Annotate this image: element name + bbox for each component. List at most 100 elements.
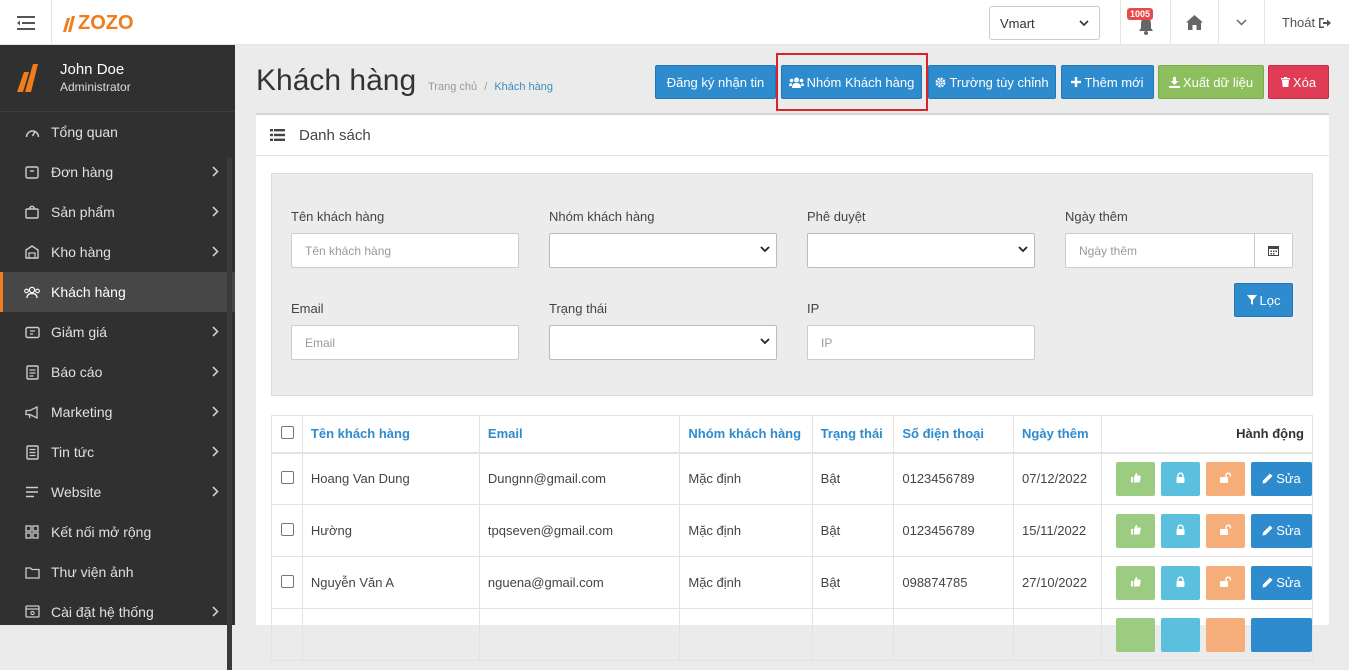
- column-header-name[interactable]: Tên khách hàng: [301, 415, 480, 454]
- sidebar-scrollbar[interactable]: [227, 157, 232, 670]
- breadcrumb-current[interactable]: Khách hàng: [494, 81, 553, 93]
- gear-icon: [935, 77, 946, 87]
- chevron-right-icon: [212, 324, 219, 340]
- row-checkbox[interactable]: [281, 522, 294, 536]
- sidebar-item-label: Khách hàng: [51, 284, 126, 300]
- sidebar-item-3[interactable]: Kho hàng: [0, 232, 235, 272]
- approve-button[interactable]: [1116, 513, 1155, 548]
- column-header-date[interactable]: Ngày thêm: [1013, 415, 1102, 454]
- approve-button[interactable]: [1116, 617, 1155, 652]
- filter-email-input[interactable]: Email: [291, 325, 519, 360]
- edit-button[interactable]: Sửa: [1251, 513, 1312, 548]
- date-picker-button[interactable]: [1254, 234, 1292, 267]
- row-select-cell: [271, 452, 303, 505]
- sidebar-item-1[interactable]: Đơn hàng: [0, 152, 235, 192]
- sidebar-item-11[interactable]: Thư viện ảnh: [0, 552, 235, 592]
- unlock-button[interactable]: [1206, 513, 1245, 548]
- table-row[interactable]: Hường tpqseven@gmail.com Mặc định Bật 012345…: [271, 504, 1313, 557]
- sidebar-item-6[interactable]: Báo cáo: [0, 352, 235, 392]
- edit-button[interactable]: Sửa: [1251, 461, 1312, 496]
- row-checkbox[interactable]: [281, 574, 294, 588]
- chevron-right-icon: [212, 164, 219, 180]
- sidebar-item-2[interactable]: Sản phẩm: [0, 192, 235, 232]
- breadcrumb-home[interactable]: Trang chủ: [428, 81, 477, 93]
- filter-ip-placeholder: IP: [821, 335, 833, 350]
- chevron-right-icon: [212, 444, 219, 460]
- sidebar-item-12[interactable]: Cài đặt hệ thống: [0, 592, 235, 632]
- notifications-button[interactable]: 1005: [1120, 0, 1170, 45]
- lock-icon: [1176, 471, 1185, 486]
- lock-button[interactable]: [1161, 461, 1200, 496]
- sidebar-item-4[interactable]: Khách hàng: [0, 272, 235, 312]
- table-row[interactable]: Nguyễn Văn Anguena@gmail.com Mặc định Bật 0…: [271, 556, 1313, 609]
- home-button[interactable]: [1170, 0, 1218, 45]
- breadcrumb-separator: /: [484, 81, 488, 93]
- filter-button[interactable]: Lọc: [1234, 283, 1293, 317]
- approve-button[interactable]: [1116, 461, 1155, 496]
- chevron-right-icon: [212, 244, 219, 260]
- user-dropdown-button[interactable]: [1218, 0, 1264, 45]
- lock-button[interactable]: [1161, 565, 1200, 600]
- custom-fields-button[interactable]: Trường tùy chỉnh: [928, 65, 1056, 99]
- export-button[interactable]: Xuất dữ liệu: [1158, 65, 1264, 99]
- store-select[interactable]: Vmart: [989, 6, 1100, 40]
- table-cell: [1013, 608, 1102, 661]
- column-header-email[interactable]: Email: [478, 415, 681, 454]
- approve-button[interactable]: [1116, 565, 1155, 600]
- filter-ip-input[interactable]: IP: [807, 325, 1035, 360]
- edit-button[interactable]: Sửa: [1251, 565, 1312, 600]
- pencil-icon: [1262, 577, 1273, 588]
- sidebar: John Doe Administrator Tổng quan Đơn hàng…: [0, 45, 235, 670]
- cell-name: Hường: [301, 504, 480, 557]
- column-header-phone[interactable]: Số điện thoại: [893, 415, 1015, 454]
- filter-approval-select[interactable]: [807, 233, 1035, 268]
- lock-button[interactable]: [1161, 617, 1200, 652]
- sidebar-item-0[interactable]: Tổng quan: [0, 112, 235, 152]
- sidebar-item-7[interactable]: Marketing: [0, 392, 235, 432]
- subscribe-button[interactable]: Đăng ký nhận tin: [655, 65, 776, 99]
- logout-button[interactable]: Thoát: [1264, 0, 1349, 45]
- warehouse-icon: [23, 243, 41, 261]
- page-title: Khách hàng: [256, 64, 417, 97]
- sidebar-item-8[interactable]: Tin tức: [0, 432, 235, 472]
- table-row[interactable]: [271, 608, 1313, 661]
- sidebar-item-5[interactable]: Giảm giá: [0, 312, 235, 352]
- select-all-checkbox[interactable]: [281, 425, 294, 439]
- sign-out-icon: [1319, 17, 1332, 28]
- edit-label: Sửa: [1276, 523, 1301, 538]
- subscribe-label: Đăng ký nhận tin: [666, 74, 765, 90]
- row-actions-cell: Sửa: [1101, 504, 1313, 557]
- filter-status-select[interactable]: [549, 325, 777, 360]
- filter-group-select[interactable]: [549, 233, 777, 268]
- menu-toggle-button[interactable]: [0, 0, 52, 45]
- user-brand-logo-icon: [17, 64, 38, 92]
- unlock-button[interactable]: [1206, 617, 1245, 652]
- delete-button[interactable]: Xóa: [1268, 65, 1329, 99]
- column-header-group[interactable]: Nhóm khách hàng: [679, 415, 813, 454]
- customer-table: Tên khách hàng Email Nhóm khách hàng Trạ…: [271, 415, 1313, 661]
- chevron-right-icon: [212, 204, 219, 220]
- cell-email: nguena@gmail.com: [478, 556, 681, 609]
- sidebar-item-10[interactable]: Kết nối mở rộng: [0, 512, 235, 552]
- filter-name-input[interactable]: Tên khách hàng: [291, 233, 519, 268]
- add-new-button[interactable]: Thêm mới: [1061, 65, 1154, 99]
- edit-button[interactable]: [1251, 617, 1312, 652]
- unlock-button[interactable]: [1206, 461, 1245, 496]
- table-row[interactable]: Hoang Van Dung Dungnn@gmail.com Mặc định Bậ…: [271, 452, 1313, 505]
- column-header-status[interactable]: Trạng thái: [811, 415, 895, 454]
- unlock-button[interactable]: [1206, 565, 1245, 600]
- chevron-down-icon: [1018, 246, 1028, 253]
- sidebar-item-label: Báo cáo: [51, 364, 103, 380]
- sidebar-item-label: Tin tức: [51, 444, 95, 460]
- lock-button[interactable]: [1161, 513, 1200, 548]
- custom-fields-label: Trường tùy chỉnh: [949, 74, 1049, 90]
- customer-groups-button[interactable]: Nhóm Khách hàng: [781, 65, 922, 99]
- sidebar-item-9[interactable]: Website: [0, 472, 235, 512]
- table-cell: [301, 608, 480, 661]
- filter-date-placeholder: Ngày thêm: [1079, 243, 1138, 258]
- row-checkbox[interactable]: [281, 470, 294, 484]
- filter-date-input[interactable]: Ngày thêm: [1065, 233, 1293, 268]
- unlock-icon: [1220, 471, 1232, 486]
- megaphone-icon: [23, 403, 41, 421]
- brand-logo[interactable]: ZOZO: [61, 12, 134, 35]
